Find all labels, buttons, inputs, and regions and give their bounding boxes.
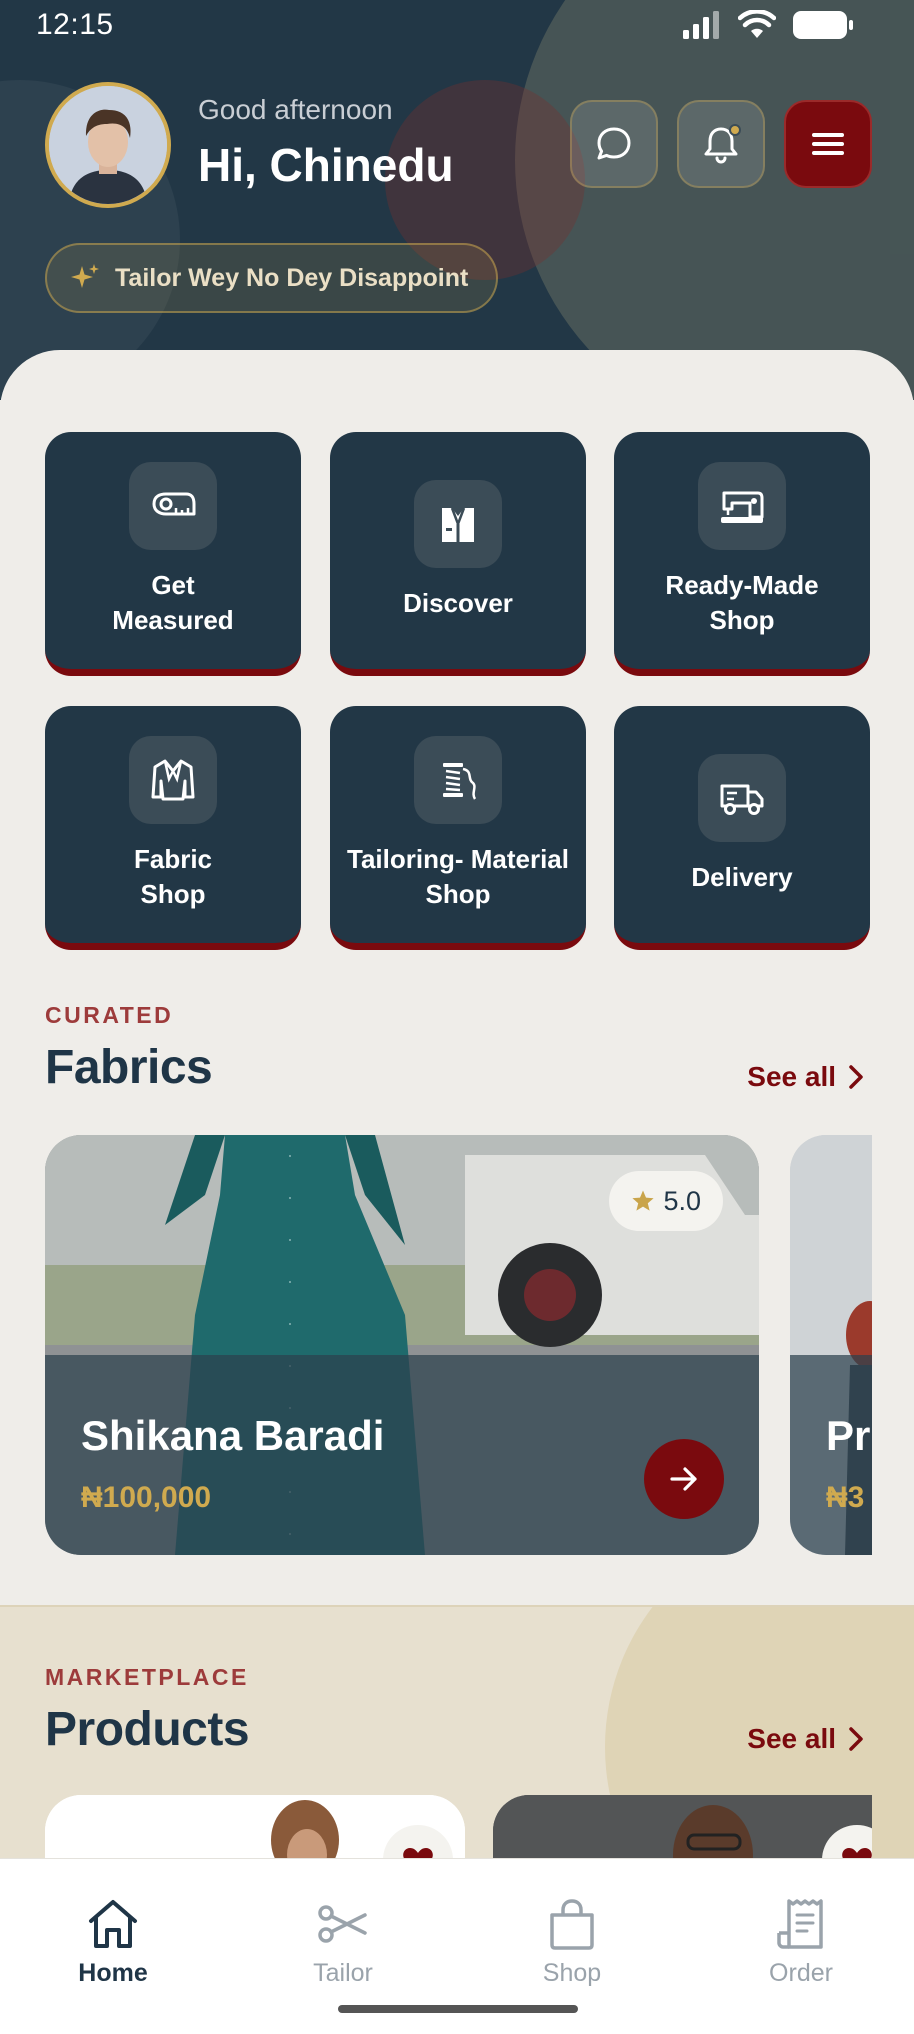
tile-label: Discover — [403, 588, 513, 618]
signal-icon — [683, 11, 719, 39]
tile-icon-box — [698, 462, 786, 550]
nav-label: Order — [769, 1959, 833, 1987]
fabrics-see-all-link[interactable]: See all — [747, 1061, 864, 1093]
nav-label: Tailor — [313, 1959, 373, 1987]
wifi-icon — [738, 10, 776, 38]
status-icons — [682, 10, 854, 40]
tile-delivery[interactable]: Delivery — [614, 706, 870, 950]
header: 12:15 Good afternoon Hi, Chinedu Tailor … — [0, 0, 914, 400]
nav-label: Shop — [542, 1959, 602, 1987]
avatar[interactable] — [45, 82, 171, 208]
sewing-machine-icon — [721, 491, 764, 523]
measuring-tape-icon — [152, 492, 196, 516]
thread-spool-icon — [443, 763, 477, 800]
chevron-right-icon — [849, 1727, 863, 1751]
tagline-text: Tailor Wey No Dey Disappoint — [115, 263, 469, 292]
tile-get-measured[interactable]: Get Measured — [45, 432, 301, 676]
user-portrait-icon — [49, 86, 167, 204]
fabrics-title: Fabrics — [45, 1041, 213, 1094]
nav-home[interactable]: Home — [28, 1897, 198, 1988]
tile-label: Ready-Made Shop — [665, 570, 819, 635]
user-name: Hi, Chinedu — [198, 139, 454, 191]
rating-badge: 5.0 — [609, 1171, 723, 1231]
tile-tailoring-material-shop[interactable]: Tailoring- Material Shop — [330, 706, 586, 950]
delivery-truck-icon — [720, 784, 764, 815]
tagline-badge: Tailor Wey No Dey Disappoint — [45, 243, 499, 313]
see-all-label: See all — [747, 1723, 836, 1754]
view-fabric-button[interactable] — [644, 1439, 724, 1519]
chat-button[interactable] — [570, 100, 658, 188]
tile-icon-box — [129, 736, 217, 824]
menu-button[interactable] — [784, 100, 872, 188]
fabric-name: Shikana Baradi — [81, 1412, 385, 1459]
see-all-label: See all — [747, 1061, 836, 1092]
notifications-button[interactable] — [677, 100, 765, 188]
tile-label: Fabric Shop — [133, 844, 213, 909]
rating-value: 5.0 — [663, 1185, 701, 1216]
tile-icon-box — [698, 754, 786, 842]
fabric-card[interactable]: 5.0 Shikana Baradi ₦100,000 — [45, 1135, 759, 1555]
chat-icon — [597, 127, 631, 160]
fabric-name: Pr — [826, 1412, 871, 1459]
fabric-card[interactable]: Pr ₦3 — [790, 1135, 872, 1555]
products-see-all-link[interactable]: See all — [747, 1723, 864, 1755]
home-icon — [89, 1900, 137, 1948]
status-time: 12:15 — [36, 8, 114, 41]
products-title: Products — [45, 1703, 250, 1756]
notification-dot — [729, 124, 741, 136]
tile-label: Get Measured — [112, 570, 234, 635]
suit-icon — [442, 507, 474, 542]
fabric-price: ₦3 — [826, 1481, 865, 1514]
greeting-text: Good afternoon — [198, 94, 393, 125]
nav-order[interactable]: Order — [716, 1897, 886, 1988]
home-indicator — [338, 2005, 578, 2013]
fabrics-eyebrow: CURATED — [45, 1002, 174, 1028]
star-icon — [632, 1190, 655, 1211]
tile-icon-box — [129, 462, 217, 550]
jacket-icon — [151, 759, 195, 801]
receipt-icon — [777, 1899, 823, 1949]
tile-icon-box — [414, 736, 502, 824]
fabric-price: ₦100,000 — [81, 1481, 212, 1514]
battery-icon — [793, 11, 853, 39]
shopping-bag-icon — [550, 1899, 594, 1950]
nav-label: Home — [78, 1959, 148, 1987]
chevron-right-icon — [849, 1065, 863, 1089]
arrow-right-icon — [670, 1467, 697, 1491]
tile-icon-box — [414, 480, 502, 568]
hamburger-menu-icon — [812, 133, 844, 155]
scissors-icon — [318, 1905, 367, 1943]
tile-ready-made-shop[interactable]: Ready-Made Shop — [614, 432, 870, 676]
bottom-navigation: Home Tailor Shop Order — [0, 1858, 914, 2034]
nav-shop[interactable]: Shop — [487, 1897, 657, 1988]
tile-label: Tailoring- Material Shop — [347, 844, 569, 909]
products-eyebrow: MARKETPLACE — [45, 1664, 249, 1690]
sparkle-icon — [71, 264, 99, 288]
tile-discover[interactable]: Discover — [330, 432, 586, 676]
tile-fabric-shop[interactable]: Fabric Shop — [45, 706, 301, 950]
status-bar: 12:15 — [0, 0, 914, 52]
tile-label: Delivery — [691, 862, 793, 892]
nav-tailor[interactable]: Tailor — [258, 1897, 428, 1988]
